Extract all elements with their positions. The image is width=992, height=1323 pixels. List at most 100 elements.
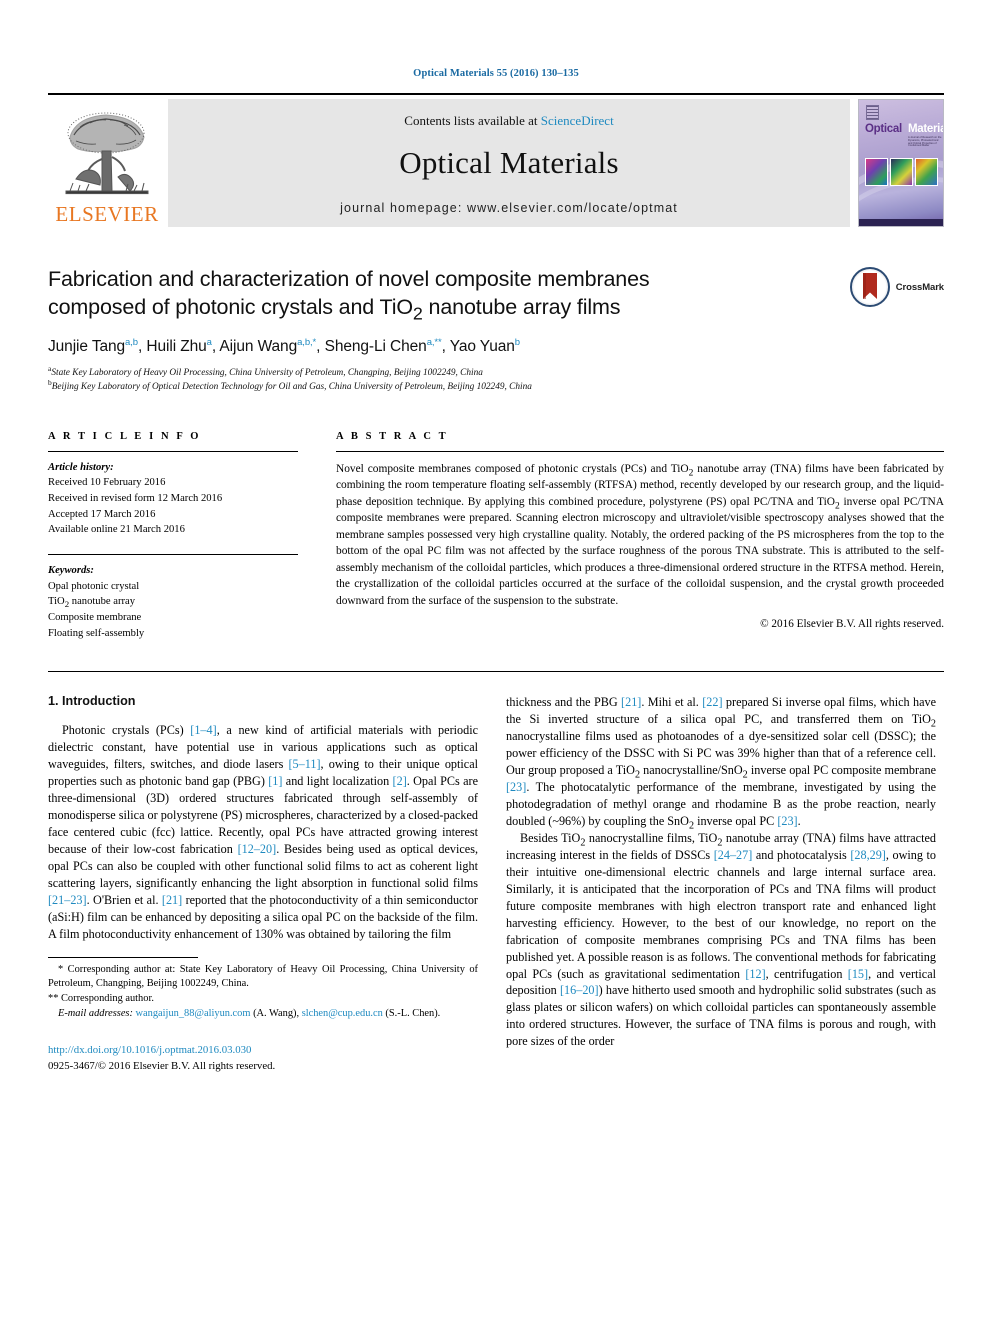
author-affiliation-mark: a — [206, 336, 212, 348]
keyword-item: Floating self-assembly — [48, 627, 145, 639]
journal-banner: ELSEVIER Contents lists available at Sci… — [48, 93, 944, 227]
affiliation-item: aState Key Laboratory of Heavy Oil Proce… — [48, 363, 483, 378]
cover-title-part2: Materials — [908, 123, 943, 135]
email-link-2[interactable]: slchen@cup.edu.cn — [302, 1008, 383, 1019]
cover-thumbnail-3 — [915, 158, 938, 186]
abstract-rule — [336, 450, 944, 452]
citation-link[interactable]: [24–27] — [714, 848, 753, 862]
article-history-item: Available online 21 March 2016 — [48, 524, 185, 536]
citation-link[interactable]: [5–11] — [288, 757, 320, 771]
title-line-2a: composed of photonic crystals and TiO — [48, 295, 413, 320]
citation-link[interactable]: [28,29] — [850, 848, 886, 862]
author-name: Yao Yuan — [449, 337, 515, 355]
article-history-item: Received 10 February 2016 — [48, 477, 166, 489]
cover-thumbnail-2 — [890, 158, 913, 186]
cover-subtitle: A Journal of Research on the Dynamics, P… — [908, 136, 942, 148]
intro-paragraph-3: Besides TiO2 nanocrystalline films, TiO2… — [506, 830, 937, 1049]
body-left-column: 1. Introduction Photonic crystals (PCs) … — [48, 694, 478, 1074]
affiliation-item: bBeijing Key Laboratory of Optical Detec… — [48, 378, 532, 393]
author-name: Huili Zhu — [146, 337, 207, 355]
cover-elsevier-mark-icon — [866, 105, 879, 120]
citation-link[interactable]: [21] — [621, 695, 641, 709]
citation-link[interactable]: [2] — [393, 774, 407, 788]
intro-paragraph-2: thickness and the PBG [21]. Mihi et al. … — [506, 695, 937, 832]
paper-page: Optical Materials 55 (2016) 130–135 ELSE… — [0, 0, 992, 1323]
author-affiliation-mark: a,** — [426, 336, 442, 348]
footnotes-block: * Corresponding author at: State Key Lab… — [48, 956, 478, 1074]
citation-link[interactable]: [23] — [777, 814, 797, 828]
title-area: Fabrication and characterization of nove… — [48, 265, 944, 395]
journal-title: Optical Materials — [399, 145, 619, 180]
author-affiliation-mark: b — [514, 336, 520, 348]
crossmark-label: CrossMark — [895, 281, 944, 293]
issn-copyright-line: 0925-3467/© 2016 Elsevier B.V. All right… — [48, 1059, 276, 1072]
abstract-column: A B S T R A C T Novel composite membrane… — [336, 431, 944, 642]
article-history-item: Accepted 17 March 2016 — [48, 508, 156, 520]
article-history-list: Received 10 February 2016 Received in rev… — [48, 475, 298, 538]
body-separator-rule — [48, 671, 944, 673]
author-affiliation-mark: a,b — [125, 336, 138, 348]
citation-link[interactable]: [1] — [268, 774, 282, 788]
article-history-label: Article history: — [48, 461, 114, 473]
citation-link[interactable]: [15] — [848, 967, 868, 981]
citation-link[interactable]: [1–4] — [190, 723, 216, 737]
email-label: E-mail addresses: — [58, 1007, 133, 1019]
copyright-line: © 2016 Elsevier B.V. All rights reserved… — [760, 618, 944, 631]
cover-thumbnail-1 — [865, 158, 888, 186]
contents-prefix: Contents lists available at — [404, 113, 541, 128]
article-info-rule — [48, 450, 298, 452]
affiliations: aState Key Laboratory of Heavy Oil Proce… — [48, 363, 944, 395]
email-owner-2: (S.-L. Chen). — [385, 1007, 441, 1019]
journal-cover-image: Optical Materials A Journal of Research … — [858, 99, 944, 227]
crossmark-icon — [849, 267, 890, 307]
citation-link[interactable]: [23] — [506, 780, 526, 794]
author-name: Sheng-Li Chen — [324, 337, 427, 355]
footnote-corresponding-2: ** Corresponding author. — [48, 992, 478, 1007]
keywords-label: Keywords: — [48, 564, 94, 576]
abstract-text: Novel composite membranes composed of ph… — [336, 462, 944, 607]
cover-title-part1: Optical — [865, 123, 902, 135]
article-history-block: Article history: Received 10 February 20… — [48, 460, 298, 538]
body-columns: 1. Introduction Photonic crystals (PCs) … — [48, 694, 944, 1074]
section-heading-introduction: 1. Introduction — [48, 694, 136, 709]
footnote-rule — [48, 956, 198, 958]
cover-footer-band — [859, 219, 943, 226]
abstract-heading: A B S T R A C T — [336, 430, 449, 442]
body-right-column: thickness and the PBG [21]. Mihi et al. … — [506, 694, 936, 1074]
author-list: Junjie Tanga,b, Huili Zhua, Aijun Wanga,… — [48, 336, 520, 355]
article-info-column: A R T I C L E I N F O Article history: R… — [48, 431, 298, 642]
article-info-heading: A R T I C L E I N F O — [48, 430, 202, 442]
doi-link[interactable]: http://dx.doi.org/10.1016/j.optmat.2016.… — [48, 1042, 478, 1058]
doi-block: http://dx.doi.org/10.1016/j.optmat.2016.… — [48, 1042, 478, 1074]
contents-available-line: Contents lists available at ScienceDirec… — [404, 113, 613, 129]
footnote-emails: E-mail addresses: wangaijun_88@aliyun.co… — [58, 1007, 441, 1019]
intro-paragraph-1: Photonic crystals (PCs) [1–4], a new kin… — [48, 723, 478, 941]
footnote-text-1: Corresponding author at: State Key Labor… — [48, 963, 478, 990]
elsevier-wordmark: ELSEVIER — [55, 202, 159, 226]
citation-link[interactable]: [21] — [162, 893, 182, 907]
running-head: Optical Materials 55 (2016) 130–135 — [413, 68, 579, 79]
footnote-mark-2: ** — [48, 993, 59, 1005]
article-history-item: Received in revised form 12 March 2016 — [48, 492, 223, 504]
keyword-item: Opal photonic crystal — [48, 580, 140, 592]
author-name: Aijun Wang — [219, 337, 298, 355]
citation-link[interactable]: [12–20] — [238, 842, 277, 856]
citation-link[interactable]: [12] — [745, 967, 765, 981]
citation-link[interactable]: [16–20] — [560, 983, 599, 997]
keywords-list: Opal photonic crystal TiO2 nanotube array… — [48, 579, 298, 642]
keyword-item: Composite membrane — [48, 611, 142, 623]
email-owner-1: (A. Wang) — [253, 1007, 297, 1019]
citation-link[interactable]: [22] — [702, 695, 722, 709]
info-abstract-row: A R T I C L E I N F O Article history: R… — [48, 431, 944, 642]
email-link-1[interactable]: wangaijun_88@aliyun.com — [136, 1008, 251, 1019]
title-line-1: Fabrication and characterization of nove… — [48, 267, 650, 291]
crossmark-badge[interactable]: CrossMark — [849, 267, 944, 307]
title-line-2b: nanotube array films — [422, 295, 621, 320]
keyword-item: TiO2 nanotube array — [48, 596, 136, 610]
keywords-block: Keywords: Opal photonic crystal TiO2 nano… — [48, 563, 298, 641]
citation-link[interactable]: [21–23] — [48, 893, 87, 907]
footnote-text-2: Corresponding author. — [61, 993, 154, 1005]
sciencedirect-link[interactable]: ScienceDirect — [541, 113, 614, 128]
journal-homepage[interactable]: journal homepage: www.elsevier.com/locat… — [340, 201, 678, 215]
title-subscript: 2 — [412, 303, 423, 324]
